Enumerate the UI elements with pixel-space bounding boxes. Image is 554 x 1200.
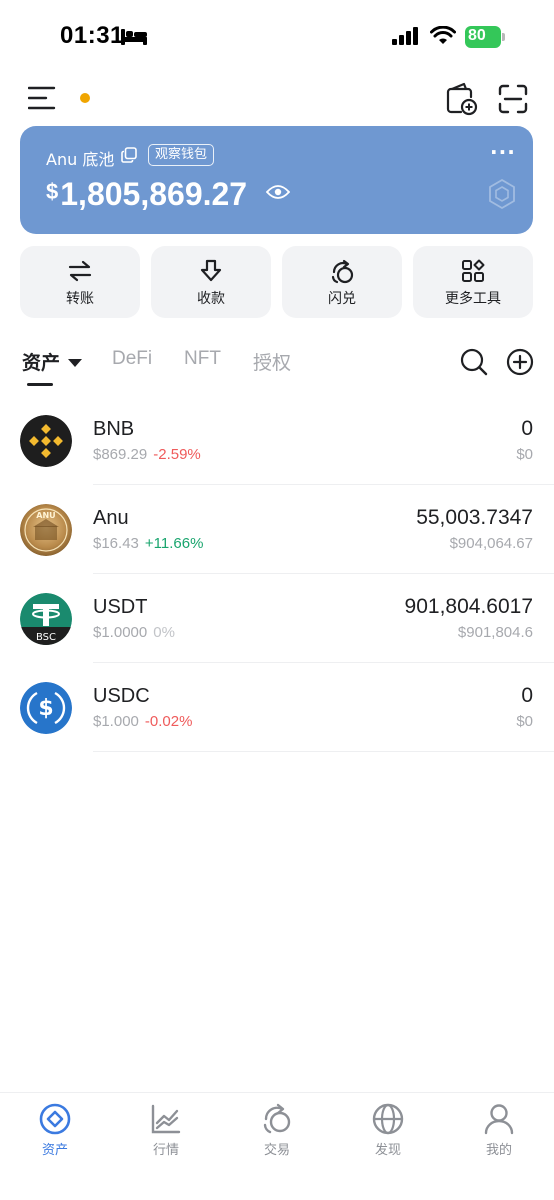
token-price: $869.29 -2.59% bbox=[93, 446, 201, 463]
trade-icon bbox=[263, 1103, 291, 1134]
nav-discover[interactable]: 发现 bbox=[333, 1093, 443, 1173]
active-tab-indicator bbox=[27, 383, 53, 386]
token-symbol: Anu bbox=[93, 507, 129, 529]
svg-text:$: $ bbox=[38, 696, 53, 721]
tab-approvals[interactable]: 授权 bbox=[253, 348, 291, 375]
tab-nft[interactable]: NFT bbox=[184, 348, 221, 370]
swap-button[interactable]: 闪兑 bbox=[282, 246, 402, 318]
status-time: 01:31 bbox=[60, 22, 124, 49]
token-change: 0% bbox=[153, 624, 175, 641]
token-amount: 901,804.6017 bbox=[404, 595, 533, 618]
bnb-logo-icon bbox=[20, 415, 72, 467]
token-row-anu[interactable]: ANU Anu $16.43 +11.66% 55,003.7347 $904,0… bbox=[0, 485, 554, 574]
token-value: $904,064.67 bbox=[449, 535, 533, 552]
nav-trade[interactable]: 交易 bbox=[222, 1093, 332, 1173]
usdc-logo-icon: $ bbox=[20, 682, 72, 734]
action-label: 收款 bbox=[197, 291, 225, 307]
battery-level: 80 bbox=[468, 27, 486, 44]
copy-icon[interactable] bbox=[121, 147, 137, 163]
token-change: -2.59% bbox=[153, 446, 201, 463]
receive-icon bbox=[200, 259, 222, 282]
swap-icon bbox=[331, 259, 354, 284]
row-divider bbox=[93, 751, 554, 752]
asset-tabs: 资产 DeFi NFT 授权 bbox=[0, 340, 554, 390]
nav-label: 行情 bbox=[152, 1143, 179, 1158]
balance-currency: $ bbox=[46, 179, 59, 204]
action-label: 转账 bbox=[66, 291, 94, 307]
transfer-icon bbox=[68, 260, 92, 282]
menu-icon[interactable] bbox=[28, 85, 56, 111]
assets-icon bbox=[39, 1103, 71, 1135]
token-value: $0 bbox=[516, 713, 533, 730]
token-price: $1.000 -0.02% bbox=[93, 713, 193, 730]
token-row-usdc[interactable]: $ USDC $1.000 -0.02% 0 $0 bbox=[0, 663, 554, 752]
action-label: 闪兑 bbox=[328, 291, 356, 307]
bottom-navigation: 资产 行情 交易 发现 我的 bbox=[0, 1092, 554, 1200]
balance-amount: 1,805,869.27 bbox=[60, 176, 248, 212]
bsc-network-label: BSC bbox=[36, 632, 56, 643]
token-price: $16.43 +11.66% bbox=[93, 535, 204, 552]
quick-actions: 转账 收款 闪兑 更多工具 bbox=[20, 246, 534, 318]
usdt-logo-icon: BSC bbox=[20, 593, 72, 645]
add-token-icon[interactable] bbox=[506, 348, 534, 376]
nav-market[interactable]: 行情 bbox=[111, 1093, 221, 1173]
sleep-focus-icon bbox=[121, 29, 147, 45]
token-row-usdt[interactable]: BSC USDT $1.0000 0% 901,804.6017 $901,804… bbox=[0, 574, 554, 663]
nav-label: 发现 bbox=[374, 1143, 401, 1158]
watch-wallet-badge: 观察钱包 bbox=[148, 144, 215, 166]
chain-watermark-icon bbox=[489, 178, 515, 210]
nav-assets[interactable]: 资产 bbox=[0, 1093, 110, 1173]
anu-logo-icon: ANU bbox=[20, 504, 72, 556]
total-balance: $1,805,869.27 bbox=[46, 176, 247, 213]
grid-icon bbox=[462, 259, 485, 282]
notification-dot bbox=[80, 93, 90, 103]
nav-profile[interactable]: 我的 bbox=[444, 1093, 554, 1173]
anu-logo-text: ANU bbox=[36, 511, 55, 520]
wallet-card[interactable]: Anu 底池 观察钱包 ··· $1,805,869.27 bbox=[20, 126, 533, 234]
cellular-signal-icon bbox=[392, 27, 418, 45]
token-symbol: BNB bbox=[93, 418, 135, 440]
wallet-name: Anu 底池 bbox=[46, 150, 115, 169]
more-options-icon[interactable]: ··· bbox=[490, 140, 516, 164]
chart-icon bbox=[151, 1104, 181, 1134]
token-amount: 0 bbox=[521, 684, 533, 707]
token-change: -0.02% bbox=[144, 713, 193, 730]
token-price: $1.0000 0% bbox=[93, 624, 175, 641]
tab-assets[interactable]: 资产 bbox=[22, 348, 60, 375]
nav-label: 我的 bbox=[485, 1143, 512, 1158]
token-symbol: USDT bbox=[93, 596, 148, 618]
eye-icon[interactable] bbox=[266, 184, 290, 200]
globe-icon bbox=[372, 1103, 404, 1135]
scan-icon[interactable] bbox=[498, 84, 528, 114]
token-value: $0 bbox=[516, 446, 533, 463]
user-icon bbox=[484, 1104, 514, 1135]
token-change: +11.66% bbox=[144, 535, 204, 552]
token-list: BNB $869.29 -2.59% 0 $0 ANU Anu $16.43 +11… bbox=[0, 396, 554, 752]
token-value: $901,804.6 bbox=[457, 624, 533, 641]
token-amount: 55,003.7347 bbox=[416, 506, 533, 529]
token-amount: 0 bbox=[521, 417, 533, 440]
top-bar bbox=[0, 76, 554, 122]
token-row-bnb[interactable]: BNB $869.29 -2.59% 0 $0 bbox=[0, 396, 554, 485]
wifi-icon bbox=[430, 26, 456, 44]
token-symbol: USDC bbox=[93, 685, 150, 707]
search-icon[interactable] bbox=[460, 348, 488, 376]
more-tools-button[interactable]: 更多工具 bbox=[413, 246, 533, 318]
caret-down-icon[interactable] bbox=[68, 359, 82, 367]
tab-defi[interactable]: DeFi bbox=[112, 348, 152, 370]
receive-button[interactable]: 收款 bbox=[151, 246, 271, 318]
battery-indicator: 80 bbox=[465, 26, 505, 48]
add-wallet-icon[interactable] bbox=[444, 82, 478, 116]
nav-label: 资产 bbox=[41, 1143, 68, 1158]
transfer-button[interactable]: 转账 bbox=[20, 246, 140, 318]
status-bar: 01:31 80 bbox=[0, 0, 554, 76]
action-label: 更多工具 bbox=[445, 291, 501, 307]
nav-label: 交易 bbox=[263, 1143, 290, 1158]
